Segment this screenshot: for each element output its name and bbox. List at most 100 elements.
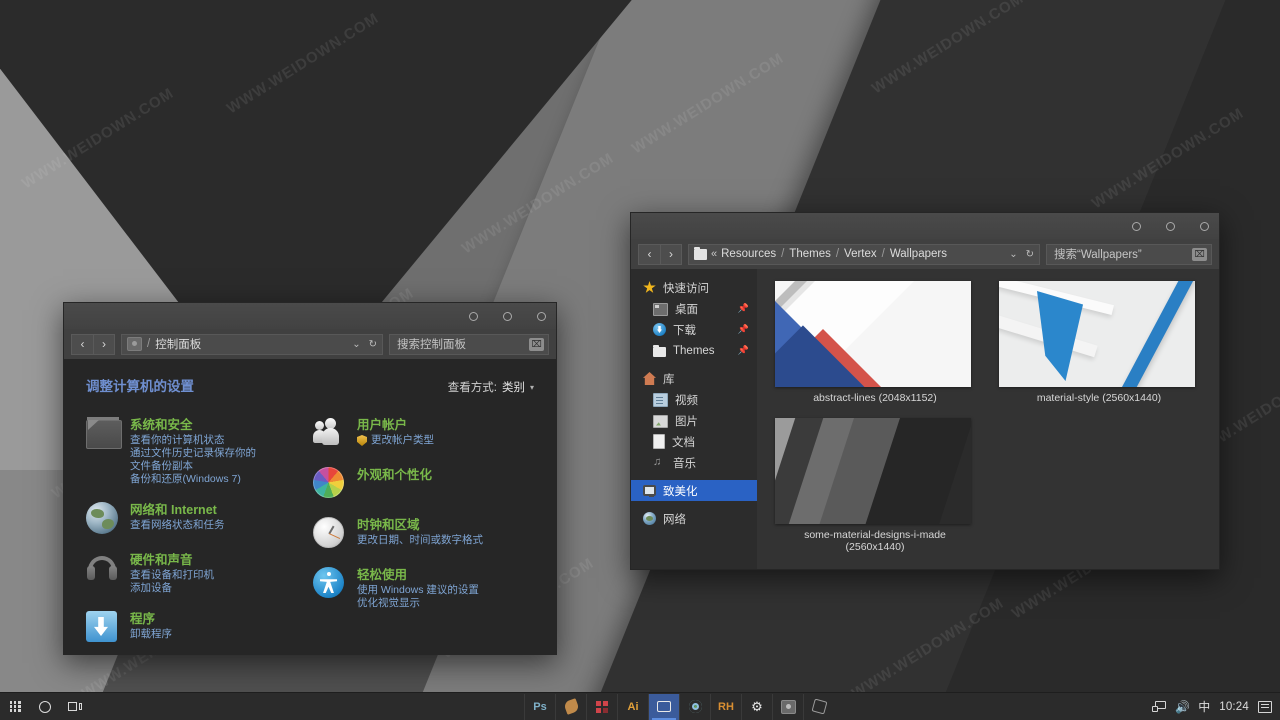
volume-icon[interactable]: 🔊 [1175, 700, 1190, 714]
sidebar-item-library[interactable]: 库 [631, 368, 757, 389]
taskbar-app-chrome[interactable] [679, 693, 710, 720]
breadcrumb-item-resources[interactable]: Resources [721, 248, 776, 260]
taskbar-app-red-squares[interactable] [586, 693, 617, 720]
file-thumbnail[interactable] [775, 281, 971, 387]
explorer-navbar: ‹ › « Resources / Themes / Vertex / Wall… [631, 239, 1219, 269]
explorer-titlebar[interactable] [631, 213, 1219, 239]
explorer-search-box[interactable]: 搜索“Wallpapers” ⌧ [1046, 243, 1212, 265]
category-ease-of-access[interactable]: 轻松使用 使用 Windows 建议的设置 优化视觉显示 [313, 567, 534, 610]
sidebar-item-beautify[interactable]: 致美化 [631, 480, 757, 501]
forward-button[interactable]: › [93, 333, 115, 355]
category-link[interactable]: 查看你的计算机状态 [130, 434, 256, 447]
taskbar-app-illustrator[interactable]: Ai [617, 693, 648, 720]
category-link[interactable]: 使用 Windows 建议的设置 [357, 584, 479, 597]
category-link-row[interactable]: 更改帐户类型 [357, 434, 434, 447]
sidebar-item-videos[interactable]: 视频 [631, 389, 757, 410]
close-button[interactable] [1200, 221, 1209, 231]
refresh-icon[interactable]: ↻ [369, 339, 377, 350]
category-link[interactable]: 通过文件历史记录保存你的 [130, 447, 256, 460]
clear-search-icon[interactable]: ⌧ [529, 337, 544, 351]
history-caret-icon[interactable]: ⌄ [1009, 249, 1017, 260]
category-user-accounts[interactable]: 用户帐户 更改帐户类型 [313, 417, 534, 451]
category-appearance-personalization[interactable]: 外观和个性化 [313, 467, 534, 501]
control-panel-titlebar[interactable] [64, 303, 556, 329]
sidebar-item-desktop[interactable]: 桌面 📌 [631, 298, 757, 319]
sidebar-item-music[interactable]: ♫ 音乐 [631, 452, 757, 473]
category-title[interactable]: 外观和个性化 [357, 468, 432, 482]
category-title[interactable]: 硬件和声音 [130, 553, 214, 567]
pin-icon[interactable]: 📌 [738, 324, 749, 335]
file-explorer-window[interactable]: ‹ › « Resources / Themes / Vertex / Wall… [630, 212, 1220, 570]
breadcrumb-item-themes[interactable]: Themes [789, 248, 831, 260]
file-item[interactable]: some-material-designs-i-made (2560x1440) [775, 418, 975, 553]
category-title[interactable]: 轻松使用 [357, 568, 479, 582]
category-link[interactable]: 文件备份副本 [130, 460, 256, 473]
category-link[interactable]: 更改帐户类型 [371, 434, 434, 447]
back-button[interactable]: ‹ [71, 333, 93, 355]
file-item[interactable]: abstract-lines (2048x1152) [775, 281, 975, 404]
category-link[interactable]: 添加设备 [130, 582, 214, 595]
clear-search-icon[interactable]: ⌧ [1192, 247, 1207, 261]
breadcrumb-overflow-icon[interactable]: « [711, 248, 717, 260]
taskbar-app-feather[interactable] [555, 693, 586, 720]
sidebar-item-pictures[interactable]: 图片 [631, 410, 757, 431]
network-icon[interactable] [1152, 700, 1167, 713]
sidebar-item-network[interactable]: 网络 [631, 508, 757, 529]
task-view-button[interactable] [60, 693, 90, 720]
sidebar-item-quick-access[interactable]: 快速访问 [631, 277, 757, 298]
address-bar[interactable]: / 控制面板 ⌄ ↻ [121, 333, 383, 355]
file-thumbnail[interactable] [999, 281, 1195, 387]
file-thumbnail[interactable] [775, 418, 971, 524]
taskbar-app-control-panel[interactable] [772, 693, 803, 720]
file-grid[interactable]: abstract-lines (2048x1152) material-styl… [757, 269, 1219, 569]
category-network-internet[interactable]: 网络和 Internet 查看网络状态和任务 [86, 502, 307, 536]
pin-icon[interactable]: 📌 [738, 303, 749, 314]
category-link[interactable]: 卸载程序 [130, 628, 172, 641]
cortana-button[interactable] [30, 693, 60, 720]
forward-button[interactable]: › [660, 243, 682, 265]
taskbar-app-settings[interactable]: ⚙ [741, 693, 772, 720]
sidebar-item-downloads[interactable]: 下载 📌 [631, 319, 757, 340]
category-title[interactable]: 时钟和区域 [357, 518, 483, 532]
taskbar-app-photoshop[interactable]: Ps [524, 693, 555, 720]
breadcrumb-item-0[interactable]: 控制面板 [155, 336, 201, 352]
breadcrumb-item-vertex[interactable]: Vertex [844, 248, 877, 260]
notification-icon[interactable] [1258, 700, 1272, 713]
taskbar-app-file-explorer[interactable] [648, 693, 679, 720]
maximize-button[interactable] [503, 311, 512, 321]
control-panel-window[interactable]: ‹ › / 控制面板 ⌄ ↻ 搜索控制面板 ⌧ 调整计算机的设置 查看方式: 类… [63, 302, 557, 655]
category-hardware-sound[interactable]: 硬件和声音 查看设备和打印机 添加设备 [86, 552, 307, 595]
category-title[interactable]: 程序 [130, 612, 172, 626]
file-item[interactable]: material-style (2560x1440) [999, 281, 1199, 404]
address-bar[interactable]: « Resources / Themes / Vertex / Wallpape… [688, 243, 1040, 265]
view-by-control[interactable]: 查看方式: 类别 ▾ [448, 379, 534, 395]
category-clock-region[interactable]: 时钟和区域 更改日期、时间或数字格式 [313, 517, 534, 551]
category-link[interactable]: 更改日期、时间或数字格式 [357, 534, 483, 547]
category-system-security[interactable]: 系统和安全 查看你的计算机状态 通过文件历史记录保存你的 文件备份副本 备份和还… [86, 417, 307, 486]
category-link[interactable]: 查看设备和打印机 [130, 569, 214, 582]
ime-indicator[interactable]: 中 [1198, 698, 1210, 715]
taskbar-app-misc[interactable] [803, 693, 834, 720]
clock-time[interactable]: 10:24 [1219, 701, 1249, 713]
refresh-icon[interactable]: ↻ [1026, 249, 1034, 260]
category-title[interactable]: 系统和安全 [130, 418, 256, 432]
start-button[interactable] [0, 693, 30, 720]
category-link[interactable]: 优化视觉显示 [357, 597, 479, 610]
control-panel-search-box[interactable]: 搜索控制面板 ⌧ [389, 333, 549, 355]
close-button[interactable] [537, 311, 546, 321]
breadcrumb-item-wallpapers[interactable]: Wallpapers [890, 248, 947, 260]
category-link[interactable]: 查看网络状态和任务 [130, 519, 225, 532]
back-button[interactable]: ‹ [638, 243, 660, 265]
maximize-button[interactable] [1166, 221, 1175, 231]
category-title[interactable]: 用户帐户 [357, 418, 434, 432]
history-caret-icon[interactable]: ⌄ [352, 339, 360, 350]
taskbar-app-resource-hacker[interactable]: RH [710, 693, 741, 720]
category-programs[interactable]: 程序 卸载程序 [86, 611, 307, 645]
category-link[interactable]: 备份和还原(Windows 7) [130, 473, 256, 486]
minimize-button[interactable] [469, 311, 478, 321]
pin-icon[interactable]: 📌 [738, 345, 749, 356]
sidebar-item-themes[interactable]: Themes 📌 [631, 340, 757, 361]
minimize-button[interactable] [1132, 221, 1141, 231]
sidebar-item-documents[interactable]: 文档 [631, 431, 757, 452]
category-title[interactable]: 网络和 Internet [130, 503, 225, 517]
